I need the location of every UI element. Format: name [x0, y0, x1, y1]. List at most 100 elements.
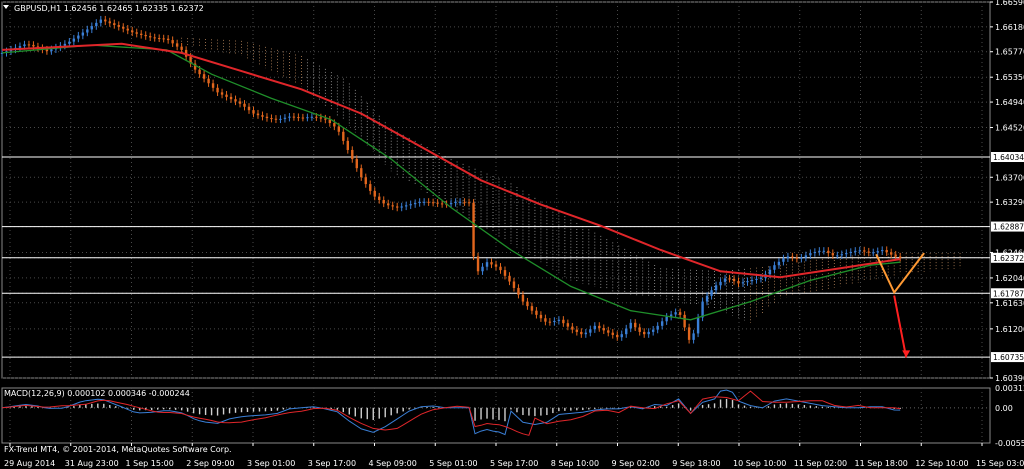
candle-body	[800, 257, 803, 259]
candle-body	[795, 257, 799, 259]
candle-body	[768, 269, 772, 275]
candle-body	[777, 261, 781, 266]
candle-body	[135, 32, 138, 34]
candle-body	[422, 201, 426, 203]
candle-body	[373, 190, 376, 197]
candle-body	[369, 184, 372, 191]
candle-body	[481, 266, 484, 272]
candle-body	[337, 126, 341, 132]
candle-body	[126, 28, 129, 31]
candle-body	[301, 117, 305, 119]
candle-body	[503, 270, 507, 276]
candle-body	[894, 254, 897, 257]
candle-body	[472, 202, 475, 257]
candle-body	[45, 49, 49, 52]
candle-body	[288, 116, 291, 118]
candle-body	[279, 118, 282, 120]
candle-body	[418, 201, 421, 204]
candle-body	[885, 250, 888, 253]
candle-body	[463, 201, 466, 203]
candle-body	[355, 159, 358, 169]
candle-body	[827, 250, 830, 254]
candle-body	[611, 332, 614, 335]
candle-body	[454, 201, 457, 204]
candle-body	[692, 333, 695, 340]
candle-body	[696, 317, 700, 334]
time-tick-label: 4 Sep 09:00	[369, 459, 417, 468]
candle-body	[539, 314, 543, 319]
candle-body	[634, 322, 637, 328]
candle-body	[198, 69, 201, 75]
time-tick-label: 2 Sep 09:00	[186, 459, 234, 468]
candle-body	[535, 310, 538, 315]
candle-body	[782, 258, 785, 262]
time-tick-label: 9 Sep 02:00	[612, 459, 660, 468]
candle-body	[750, 279, 754, 282]
candle-body	[144, 34, 147, 37]
candle-body	[117, 25, 120, 27]
candle-body	[99, 19, 102, 23]
candle-body	[131, 30, 134, 33]
candle-body	[400, 206, 403, 208]
candle-body	[575, 329, 579, 332]
candle-body	[638, 327, 641, 332]
candle-body	[786, 256, 790, 259]
price-tick-label: 1.64940	[995, 98, 1024, 107]
candle-body	[122, 26, 125, 29]
candle-body	[836, 255, 839, 257]
candle-body	[562, 319, 565, 324]
time-tick-label: 29 Aug 2014	[4, 459, 55, 468]
candle-body	[404, 205, 408, 207]
candle-body	[589, 329, 592, 333]
candle-body	[723, 278, 727, 282]
time-tick-label: 11 Sep 18:00	[855, 459, 908, 468]
candle-body	[759, 277, 763, 279]
candle-body	[86, 29, 89, 33]
candle-body	[755, 278, 758, 280]
candle-body	[656, 325, 659, 330]
candle-body	[674, 312, 677, 315]
time-tick-label: 10 Sep 10:00	[733, 459, 786, 468]
time-tick-label: 3 Sep 01:00	[247, 459, 295, 468]
candle-body	[95, 22, 98, 27]
price-tick-label: 1.62372	[993, 254, 1024, 263]
candle-body	[391, 205, 394, 207]
candle-body	[108, 21, 111, 24]
candle-body	[458, 201, 462, 203]
candle-body	[77, 35, 80, 39]
candle-body	[225, 94, 228, 97]
candle-body	[63, 43, 67, 46]
price-tick-label: 1.60390	[995, 374, 1024, 383]
candle-body	[741, 282, 745, 284]
candle-body	[746, 281, 749, 283]
candle-body	[292, 116, 296, 118]
candle-body	[813, 251, 817, 254]
time-tick-label: 3 Sep 17:00	[308, 459, 356, 468]
price-tick-label: 1.65350	[995, 73, 1024, 82]
candle-body	[342, 131, 345, 141]
candle-body	[27, 44, 31, 46]
candle-body	[413, 203, 417, 205]
candle-body	[364, 177, 367, 185]
candle-body	[553, 320, 556, 323]
candle-body	[809, 253, 812, 256]
candle-body	[719, 281, 722, 286]
candle-body	[863, 250, 866, 252]
chart-canvas[interactable]: 1.66590 1.66180 1.65770 1.65350 1.64940 1.645…	[0, 0, 1024, 469]
candle-body	[387, 203, 390, 206]
candle-body	[854, 250, 857, 252]
candle-body	[319, 117, 323, 119]
candle-body	[687, 327, 691, 340]
candle-body	[607, 330, 610, 333]
candle-body	[858, 250, 861, 252]
candle-body	[616, 334, 619, 338]
candle-body	[548, 321, 552, 323]
price-tick-label: 1.66180	[995, 23, 1024, 32]
candle-body	[791, 256, 794, 258]
candle-body	[333, 123, 336, 127]
candle-body	[360, 168, 363, 178]
candle-body	[822, 250, 826, 252]
candle-body	[436, 202, 439, 204]
candle-body	[32, 44, 35, 47]
candle-body	[732, 278, 736, 282]
